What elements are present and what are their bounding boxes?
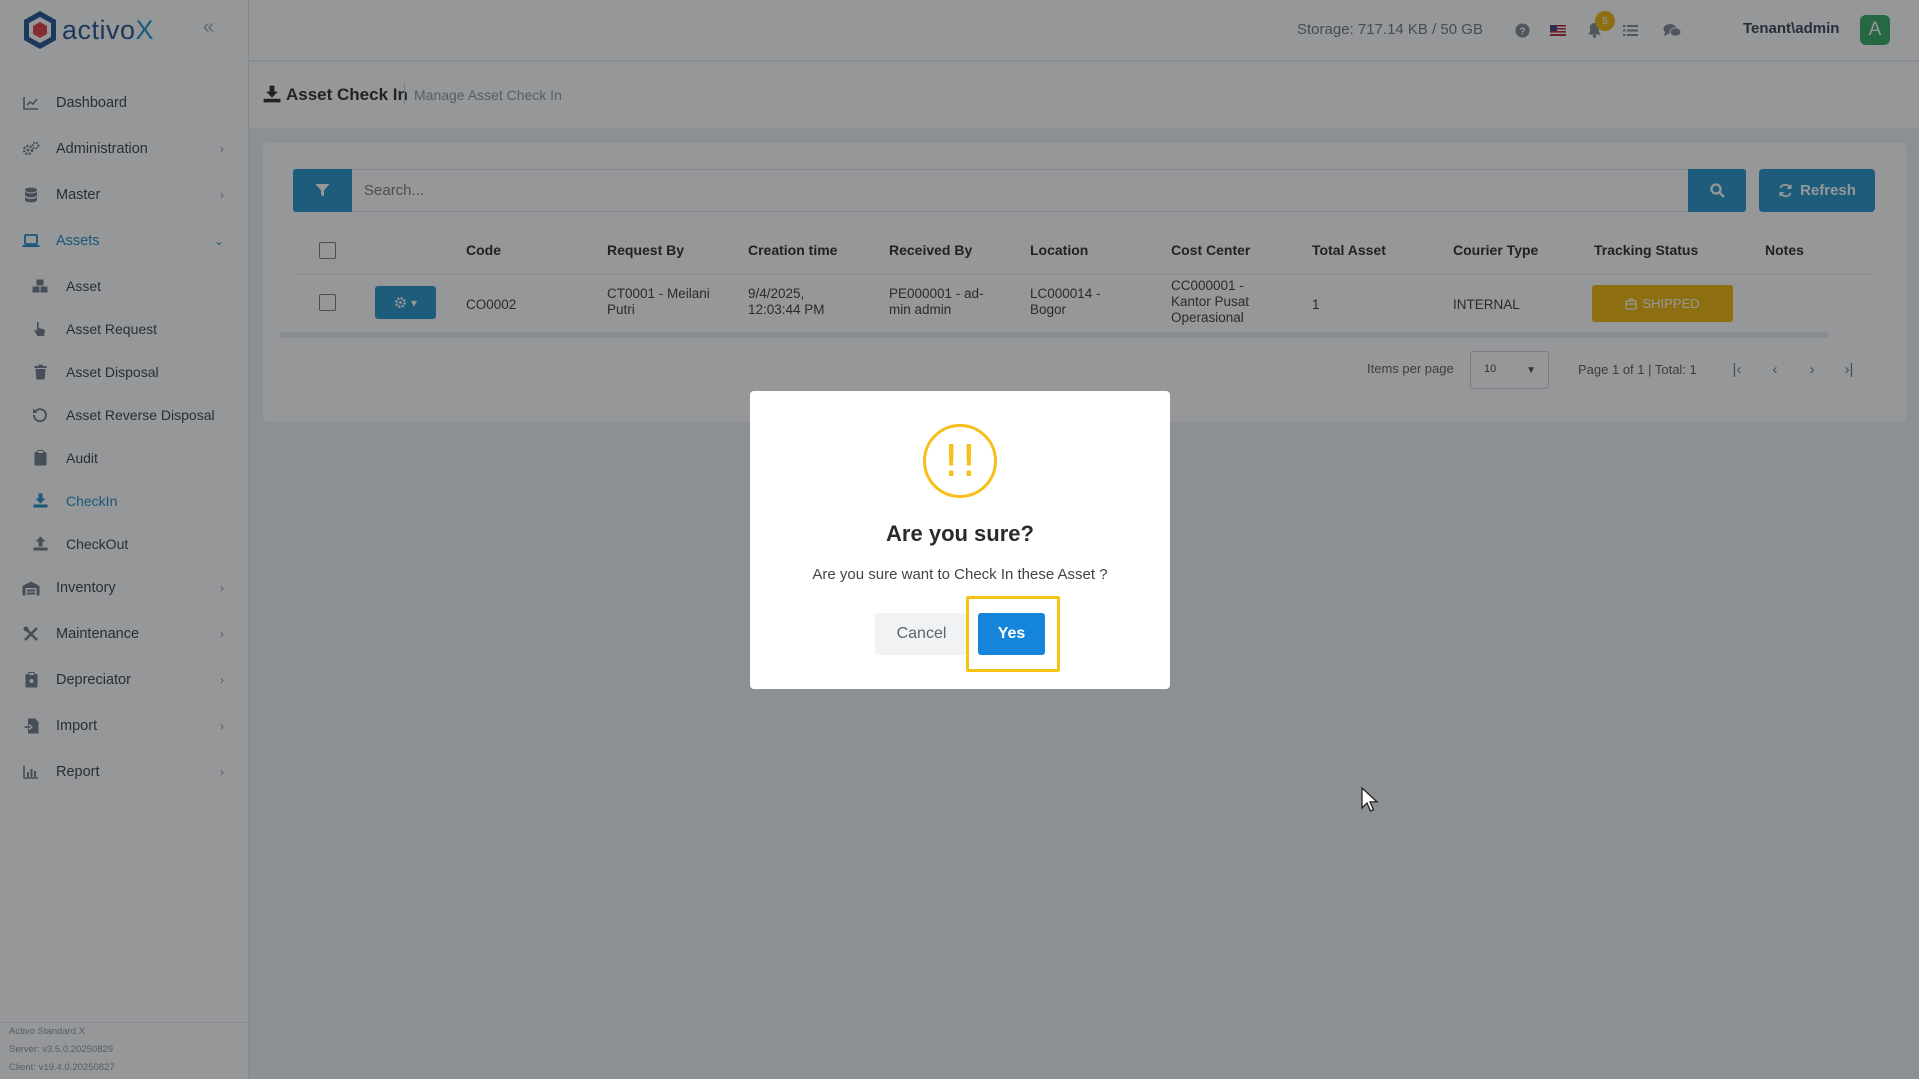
dialog-message: Are you sure want to Check In these Asse… [812,566,1108,583]
yes-button-highlight [966,596,1060,672]
mouse-cursor-icon [1361,787,1379,812]
cancel-button[interactable]: Cancel [875,613,968,655]
warning-icon: !! [923,424,997,498]
dialog-title: Are you sure? [886,521,1034,546]
confirm-dialog: !! Are you sure? Are you sure want to Ch… [750,391,1170,689]
